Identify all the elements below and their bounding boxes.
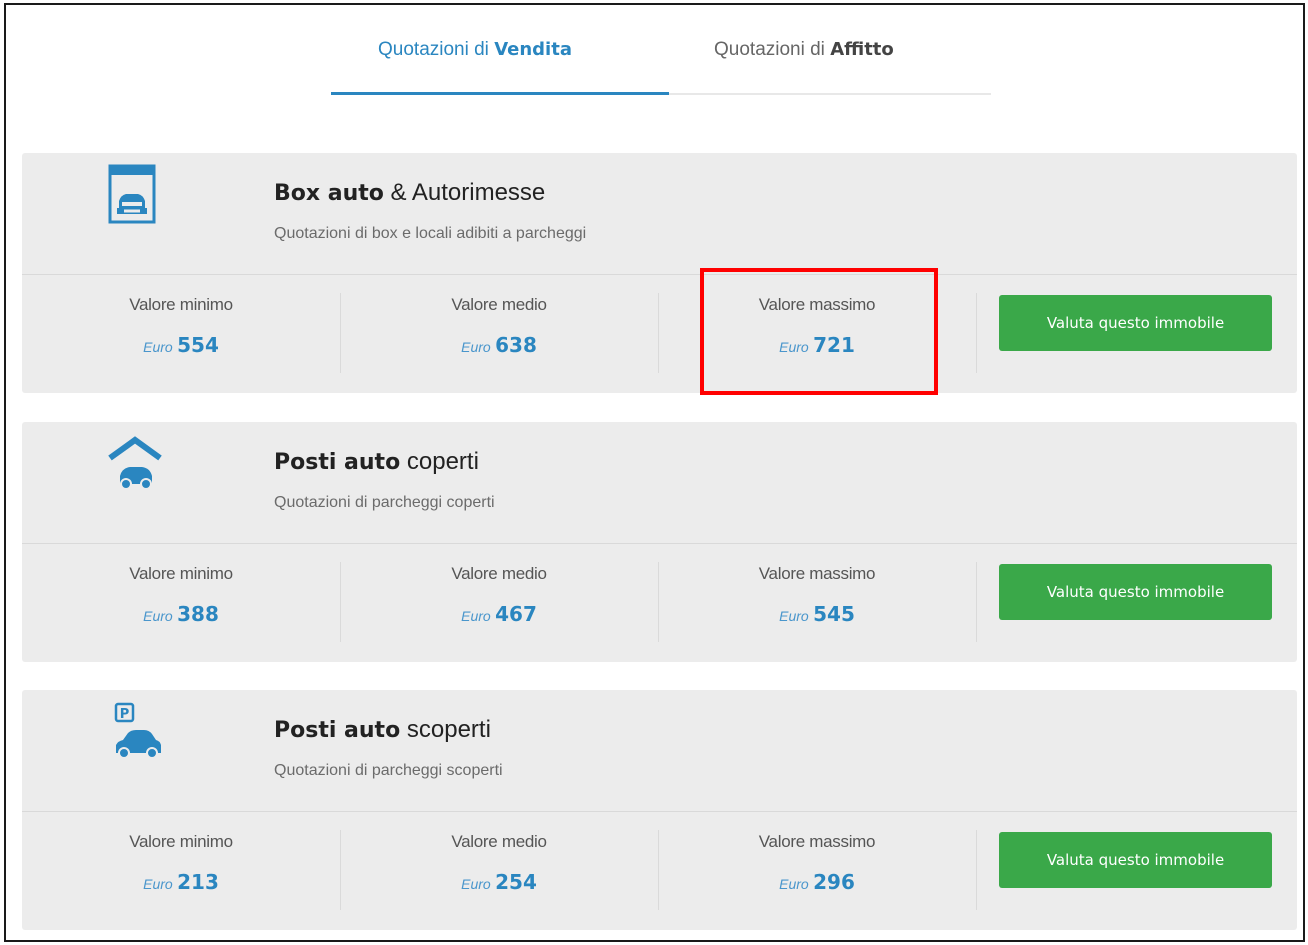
currency-unit: Euro <box>461 339 491 355</box>
currency-unit: Euro <box>779 608 809 624</box>
divider <box>976 293 977 373</box>
max-label: Valore massimo <box>758 564 876 583</box>
avg-label: Valore medio <box>451 295 547 314</box>
min-label: Valore minimo <box>129 564 233 583</box>
currency-unit: Euro <box>779 876 809 892</box>
valuta-immobile-button[interactable]: Valuta questo immobile <box>999 295 1272 351</box>
card-header: Posti auto coperti Quotazioni di parcheg… <box>22 422 1297 544</box>
avg-value: Valore medio Euro 638 <box>340 295 658 357</box>
min-amount: 388 <box>177 602 219 626</box>
currency-unit: Euro <box>143 339 173 355</box>
currency-unit: Euro <box>143 876 173 892</box>
avg-value: Valore medio Euro 467 <box>340 564 658 626</box>
avg-amount: 467 <box>495 602 537 626</box>
card-values: Valore minimo Euro 388 Valore medio Euro… <box>22 544 1297 662</box>
min-value: Valore minimo Euro 388 <box>22 564 340 626</box>
currency-unit: Euro <box>461 876 491 892</box>
page-frame: Quotazioni di Vendita Quotazioni di Affi… <box>4 3 1305 942</box>
avg-label: Valore medio <box>451 832 547 851</box>
divider <box>976 830 977 910</box>
card-title: Box auto & Autorimesse <box>274 179 546 206</box>
quotation-tabs: Quotazioni di Vendita Quotazioni di Affi… <box>331 5 991 97</box>
svg-text:P: P <box>120 707 130 722</box>
card-values: Valore minimo Euro 554 Valore medio Euro… <box>22 275 1297 393</box>
card-subtitle: Quotazioni di box e locali adibiti a par… <box>274 225 587 242</box>
min-amount: 213 <box>177 870 219 894</box>
avg-amount: 638 <box>495 333 537 357</box>
max-label: Valore massimo <box>758 832 876 851</box>
min-label: Valore minimo <box>129 832 233 851</box>
max-amount: 296 <box>813 870 855 894</box>
avg-label: Valore medio <box>451 564 547 583</box>
card-box-auto: Box auto & Autorimesse Quotazioni di box… <box>22 153 1297 393</box>
open-parking-icon: P <box>106 700 166 762</box>
min-value: Valore minimo Euro 554 <box>22 295 340 357</box>
tab-vendita[interactable]: Quotazioni di Vendita <box>378 39 572 61</box>
card-header: Box auto & Autorimesse Quotazioni di box… <box>22 153 1297 275</box>
card-title: Posti auto scoperti <box>274 716 491 743</box>
min-amount: 554 <box>177 333 219 357</box>
currency-unit: Euro <box>143 608 173 624</box>
tab-affitto[interactable]: Quotazioni di Affitto <box>714 39 894 61</box>
min-label: Valore minimo <box>129 295 233 314</box>
valuta-immobile-button[interactable]: Valuta questo immobile <box>999 832 1272 888</box>
card-title: Posti auto coperti <box>274 448 479 475</box>
max-amount: 545 <box>813 602 855 626</box>
avg-amount: 254 <box>495 870 537 894</box>
min-value: Valore minimo Euro 213 <box>22 832 340 894</box>
covered-parking-icon <box>106 432 166 494</box>
currency-unit: Euro <box>461 608 491 624</box>
card-values: Valore minimo Euro 213 Valore medio Euro… <box>22 812 1297 930</box>
card-posti-coperti: Posti auto coperti Quotazioni di parcheg… <box>22 422 1297 662</box>
max-value: Valore massimo Euro 296 <box>658 832 976 894</box>
max-value: Valore massimo Euro 545 <box>658 564 976 626</box>
highlight-box <box>700 268 938 395</box>
valuta-immobile-button[interactable]: Valuta questo immobile <box>999 564 1272 620</box>
card-subtitle: Quotazioni di parcheggi scoperti <box>274 762 503 779</box>
card-header: P Posti auto scoperti Quotazioni di parc… <box>22 690 1297 812</box>
avg-value: Valore medio Euro 254 <box>340 832 658 894</box>
card-posti-scoperti: P Posti auto scoperti Quotazioni di parc… <box>22 690 1297 930</box>
active-tab-indicator <box>331 92 669 95</box>
divider <box>976 562 977 642</box>
card-subtitle: Quotazioni di parcheggi coperti <box>274 494 495 511</box>
garage-box-icon <box>106 163 166 225</box>
